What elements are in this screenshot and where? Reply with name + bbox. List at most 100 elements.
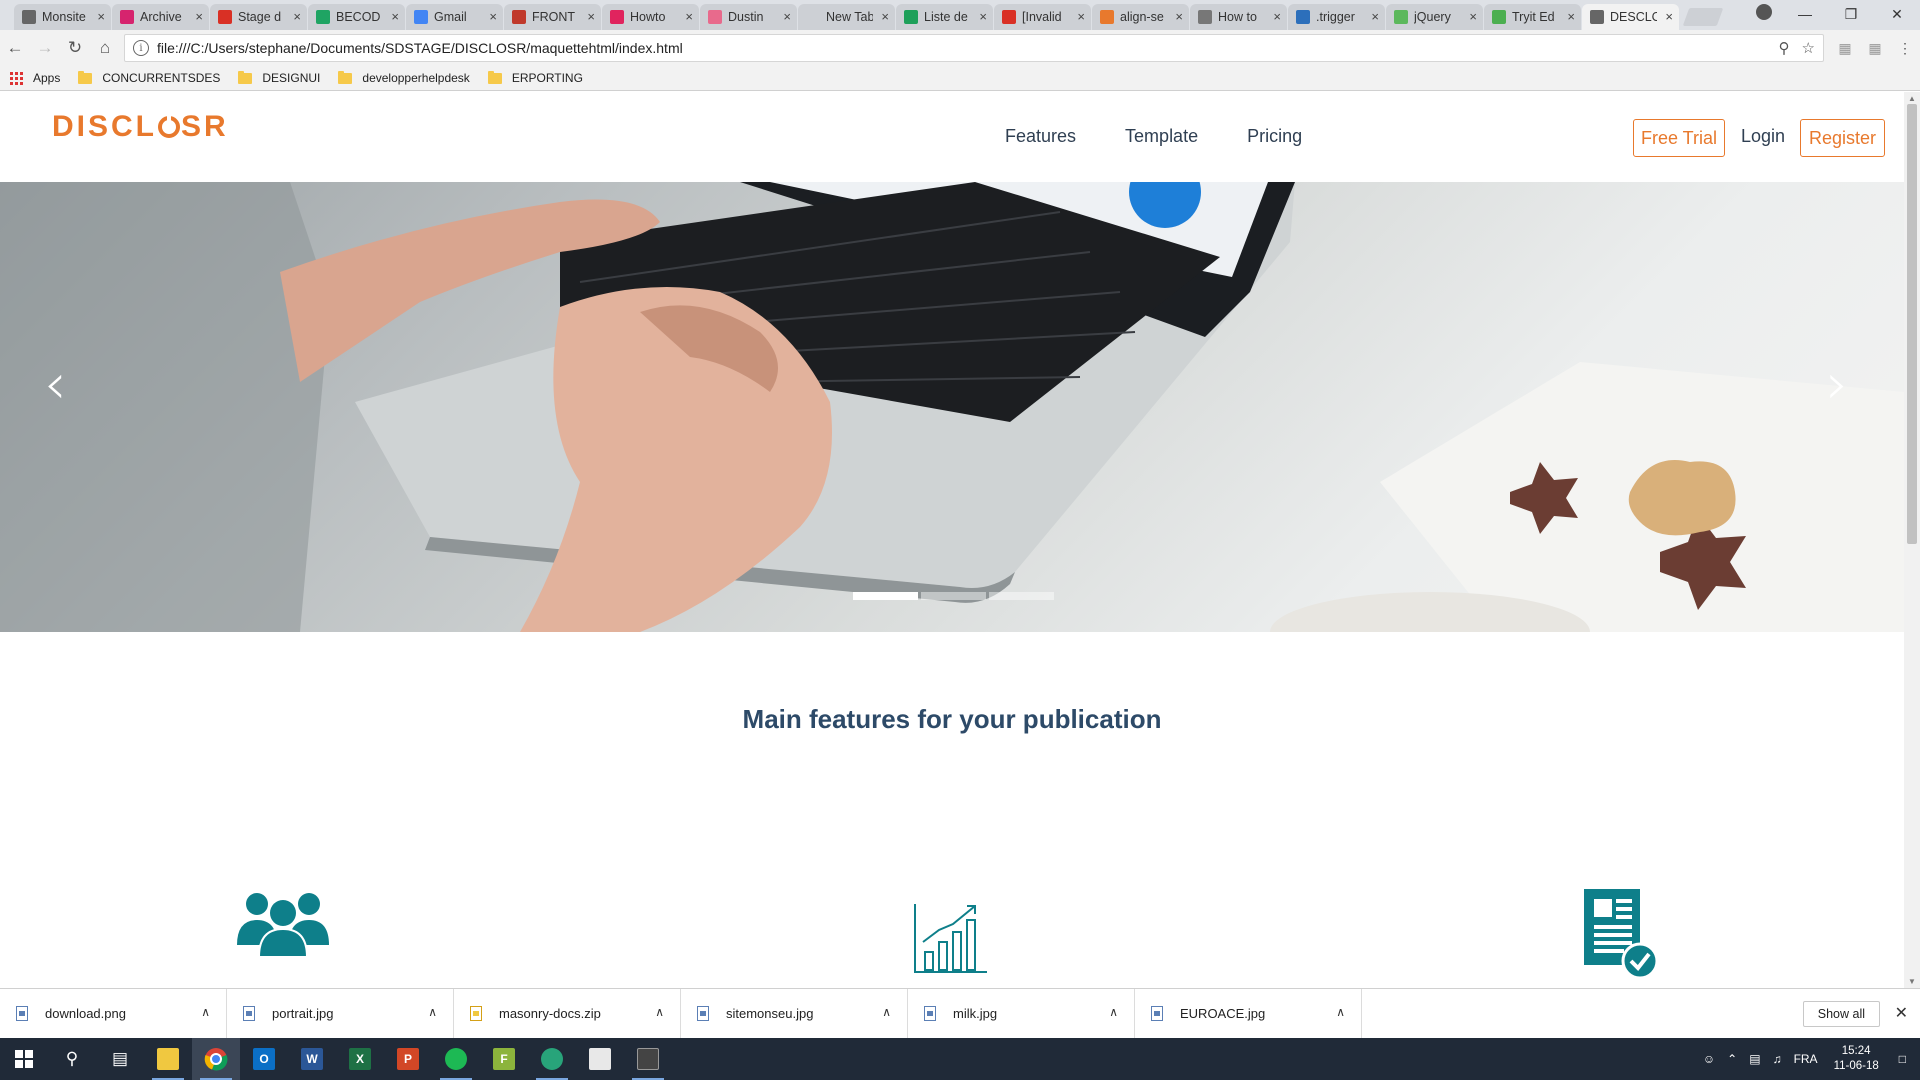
close-tab-icon[interactable]: × (1567, 9, 1575, 24)
close-icon[interactable]: ✕ (1895, 1003, 1908, 1023)
login-link[interactable]: Login (1741, 126, 1785, 147)
nav-features[interactable]: Features (1005, 126, 1076, 147)
new-tab-button[interactable] (1682, 8, 1724, 26)
menu-icon[interactable]: ⋮ (1890, 33, 1920, 63)
show-all-downloads-button[interactable]: Show all (1802, 1001, 1880, 1027)
bookmark-folder[interactable]: developperhelpdesk (338, 70, 470, 85)
download-options-icon[interactable]: ∧ (428, 1005, 437, 1019)
extension-icon[interactable]: ▦ (1860, 33, 1890, 63)
close-tab-icon[interactable]: × (195, 9, 203, 24)
outlook-icon[interactable]: O (240, 1038, 288, 1080)
browser-tab[interactable]: Stage d × (210, 4, 307, 30)
info-icon[interactable]: i (133, 40, 149, 56)
carousel-indicator[interactable] (989, 592, 1054, 600)
search-icon[interactable]: ⚲ (48, 1038, 96, 1080)
show-hidden-icons-icon[interactable]: ⌃ (1727, 1052, 1737, 1066)
browser-tab[interactable]: FRONT × (504, 4, 601, 30)
download-options-icon[interactable]: ∧ (1109, 1005, 1118, 1019)
calculator-icon[interactable] (624, 1038, 672, 1080)
profile-icon[interactable] (1756, 4, 1772, 20)
extension-icon[interactable]: ▦ (1830, 33, 1860, 63)
browser-tab[interactable]: How to × (1190, 4, 1287, 30)
carousel-indicator[interactable] (853, 592, 918, 600)
browser-tab[interactable]: New Tab × (798, 4, 895, 30)
close-tab-icon[interactable]: × (293, 9, 301, 24)
close-tab-icon[interactable]: × (1273, 9, 1281, 24)
address-bar[interactable]: i file:///C:/Users/stephane/Documents/SD… (124, 34, 1824, 62)
minimize-icon[interactable]: — (1782, 0, 1828, 28)
download-item[interactable]: sitemonseu.jpg ∧ (681, 988, 908, 1039)
download-item[interactable]: masonry-docs.zip ∧ (454, 988, 681, 1039)
browser-tab[interactable]: Tryit Ed × (1484, 4, 1581, 30)
download-item[interactable]: milk.jpg ∧ (908, 988, 1135, 1039)
clock[interactable]: 15:24 11-06-18 (1834, 1044, 1879, 1074)
free-trial-button[interactable]: Free Trial (1633, 119, 1725, 157)
register-button[interactable]: Register (1800, 119, 1885, 157)
disclosr-logo[interactable]: DISCL SR (52, 110, 229, 144)
carousel-indicator[interactable] (921, 592, 986, 600)
people-icon[interactable]: ☺ (1703, 1052, 1715, 1066)
scroll-up-icon[interactable]: ▲ (1908, 94, 1916, 103)
close-tab-icon[interactable]: × (1665, 9, 1673, 24)
gitkraken-icon[interactable] (528, 1038, 576, 1080)
chrome-icon[interactable] (192, 1038, 240, 1080)
reload-icon[interactable]: ↻ (60, 33, 90, 63)
filezilla-icon[interactable]: F (480, 1038, 528, 1080)
close-tab-icon[interactable]: × (685, 9, 693, 24)
maximize-icon[interactable]: ❐ (1828, 0, 1874, 28)
browser-tab[interactable]: Dustin × (700, 4, 797, 30)
browser-tab[interactable]: BECOD × (308, 4, 405, 30)
browser-tab[interactable]: [Invalid × (994, 4, 1091, 30)
browser-tab[interactable]: Monsite × (14, 4, 111, 30)
close-tab-icon[interactable]: × (1077, 9, 1085, 24)
task-view-icon[interactable]: ▤ (96, 1038, 144, 1080)
browser-tab[interactable]: Howto × (602, 4, 699, 30)
bookmark-star-icon[interactable]: ☆ (1802, 39, 1815, 57)
close-tab-icon[interactable]: × (1371, 9, 1379, 24)
nav-template[interactable]: Template (1125, 126, 1198, 147)
scroll-down-icon[interactable]: ▼ (1908, 977, 1916, 986)
scrollbar-thumb[interactable] (1907, 104, 1917, 544)
bookmark-folder[interactable]: CONCURRENTSDES (78, 70, 220, 85)
spotify-icon[interactable] (432, 1038, 480, 1080)
notifications-icon[interactable]: □ (1899, 1052, 1906, 1066)
close-tab-icon[interactable]: × (97, 9, 105, 24)
windows-start-icon[interactable] (0, 1038, 48, 1080)
close-tab-icon[interactable]: × (587, 9, 595, 24)
download-item[interactable]: EUROACE.jpg ∧ (1135, 988, 1362, 1039)
close-window-icon[interactable]: ✕ (1874, 0, 1920, 28)
browser-tab[interactable]: .trigger × (1288, 4, 1385, 30)
download-options-icon[interactable]: ∧ (882, 1005, 891, 1019)
close-tab-icon[interactable]: × (979, 9, 987, 24)
bookmark-folder[interactable]: ERPORTING (487, 70, 583, 85)
download-options-icon[interactable]: ∧ (201, 1005, 210, 1019)
close-tab-icon[interactable]: × (391, 9, 399, 24)
download-options-icon[interactable]: ∧ (655, 1005, 664, 1019)
forward-icon[interactable]: → (30, 33, 60, 63)
file-explorer-icon[interactable] (144, 1038, 192, 1080)
excel-icon[interactable]: X (336, 1038, 384, 1080)
carousel-next-arrow[interactable]: › (1826, 352, 1848, 417)
network-icon[interactable]: ▤ (1749, 1052, 1760, 1066)
browser-tab[interactable]: Archive × (112, 4, 209, 30)
bookmark-apps[interactable]: Apps (10, 71, 60, 85)
browser-tab[interactable]: align-se × (1092, 4, 1189, 30)
language-indicator[interactable]: FRA (1794, 1052, 1818, 1066)
browser-tab[interactable]: Gmail × (406, 4, 503, 30)
page-scrollbar[interactable]: ▲ ▼ (1904, 92, 1920, 988)
bookmark-folder[interactable]: DESIGNUI (238, 70, 320, 85)
download-options-icon[interactable]: ∧ (1336, 1005, 1345, 1019)
carousel-prev-arrow[interactable]: ‹ (44, 352, 66, 417)
volume-icon[interactable]: ♫ (1773, 1052, 1782, 1066)
browser-tab[interactable]: jQuery × (1386, 4, 1483, 30)
close-tab-icon[interactable]: × (881, 9, 889, 24)
photos-icon[interactable] (576, 1038, 624, 1080)
nav-pricing[interactable]: Pricing (1247, 126, 1302, 147)
close-tab-icon[interactable]: × (489, 9, 497, 24)
close-tab-icon[interactable]: × (783, 9, 791, 24)
close-tab-icon[interactable]: × (1175, 9, 1183, 24)
browser-tab[interactable]: DESCLC × (1582, 4, 1679, 30)
address-url[interactable]: file:///C:/Users/stephane/Documents/SDST… (157, 40, 1767, 56)
powerpoint-icon[interactable]: P (384, 1038, 432, 1080)
word-icon[interactable]: W (288, 1038, 336, 1080)
